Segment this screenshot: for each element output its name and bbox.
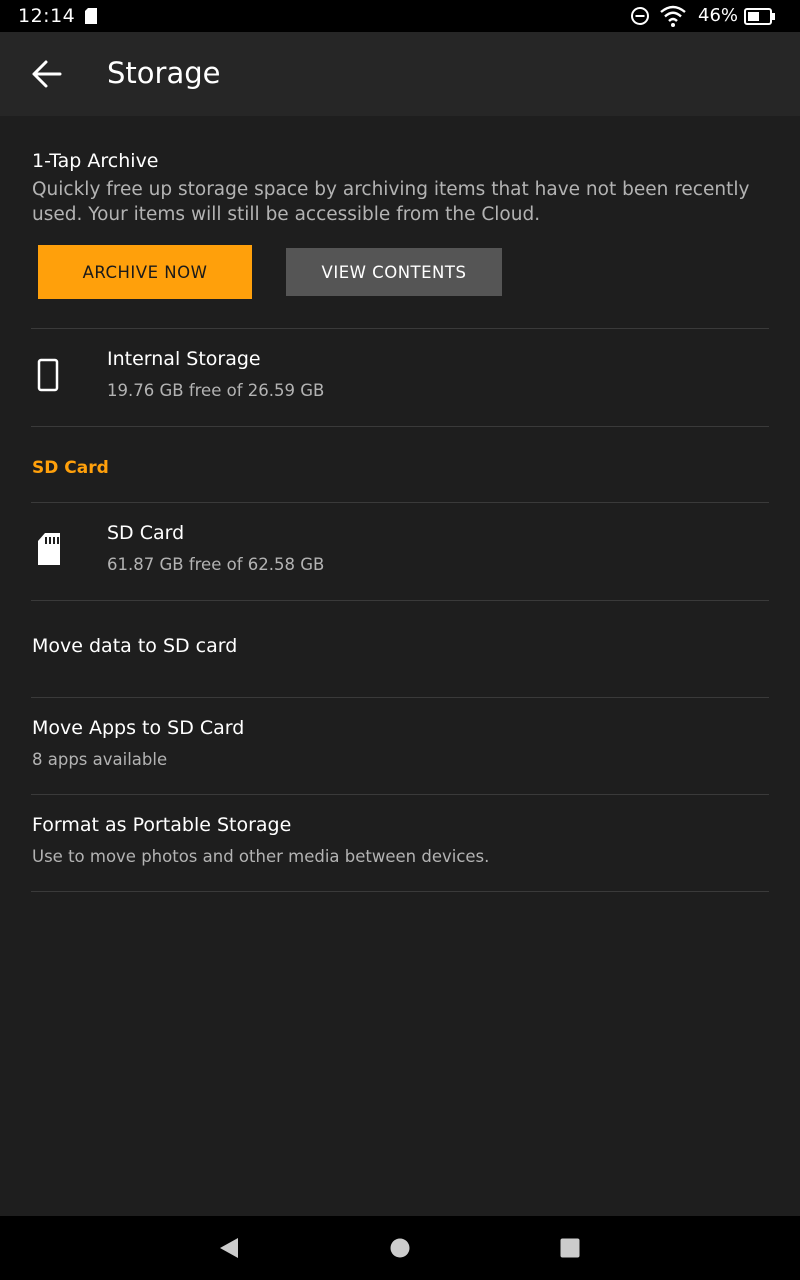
sd-card-title: SD Card (107, 522, 185, 544)
back-button[interactable] (26, 54, 68, 94)
recents-square-icon[interactable] (560, 1238, 580, 1262)
status-time: 12:14 (18, 5, 76, 27)
internal-storage-row[interactable]: Internal Storage 19.76 GB free of 26.59 … (0, 329, 800, 426)
archive-now-button[interactable]: ARCHIVE NOW (38, 245, 252, 299)
internal-storage-title: Internal Storage (107, 348, 261, 370)
archive-title: 1-Tap Archive (32, 150, 159, 172)
sd-card-icon (36, 531, 62, 571)
divider (31, 426, 769, 427)
divider (31, 891, 769, 892)
status-bar: 12:14 46% (0, 0, 800, 32)
internal-storage-subtitle: 19.76 GB free of 26.59 GB (107, 381, 325, 400)
phone-icon (36, 358, 60, 396)
wifi-icon (659, 4, 687, 32)
page-title: Storage (107, 56, 221, 90)
sd-card-row[interactable]: SD Card 61.87 GB free of 62.58 GB (0, 503, 800, 600)
format-subtitle: Use to move photos and other media betwe… (32, 847, 490, 866)
format-portable-row[interactable]: Format as Portable Storage Use to move p… (0, 795, 800, 891)
move-apps-row[interactable]: Move Apps to SD Card 8 apps available (0, 698, 800, 794)
move-apps-subtitle: 8 apps available (32, 750, 168, 769)
view-contents-button[interactable]: VIEW CONTENTS (286, 248, 502, 296)
back-triangle-icon[interactable] (218, 1237, 240, 1263)
move-data-row[interactable]: Move data to SD card (0, 601, 800, 697)
arrow-left-icon (32, 60, 62, 88)
move-data-title: Move data to SD card (32, 635, 238, 657)
navigation-bar (0, 1216, 800, 1280)
sd-card-subtitle: 61.87 GB free of 62.58 GB (107, 555, 325, 574)
battery-icon (744, 8, 776, 29)
battery-percent: 46% (698, 5, 739, 26)
home-circle-icon[interactable] (390, 1238, 410, 1262)
sd-card-section-header: SD Card (32, 458, 109, 478)
archive-description: Quickly free up storage space by archivi… (32, 179, 750, 225)
sd-card-icon (84, 7, 98, 29)
move-apps-title: Move Apps to SD Card (32, 717, 245, 739)
format-title: Format as Portable Storage (32, 814, 292, 836)
do-not-disturb-icon (630, 6, 650, 30)
app-bar: Storage (0, 32, 800, 116)
